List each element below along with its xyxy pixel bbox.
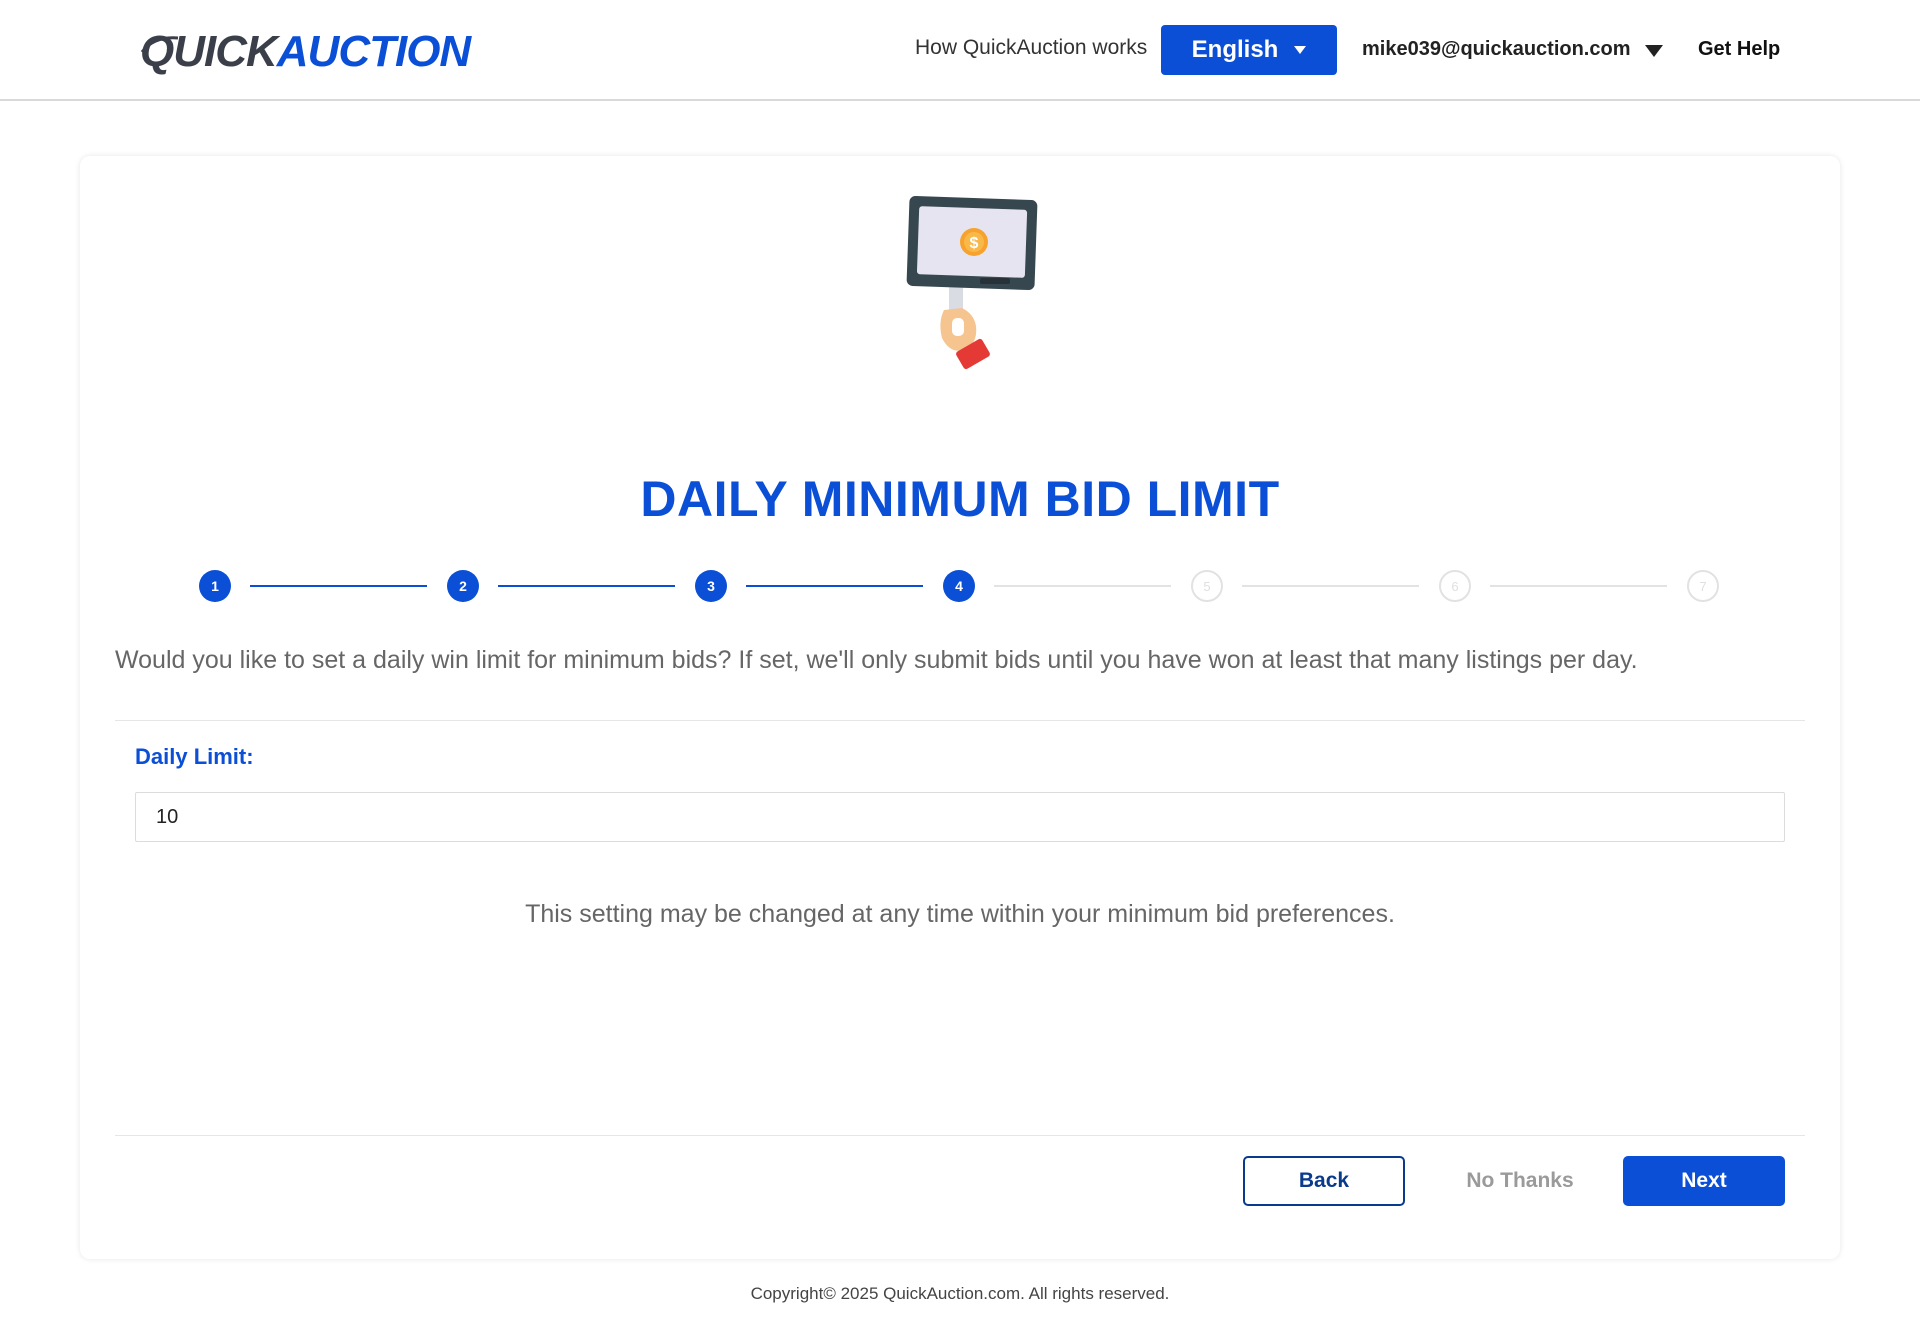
top-header: QUICK AUCTION How QuickAuction works Engl… [0, 0, 1920, 101]
step-2: 2 [447, 570, 479, 602]
no-thanks-button[interactable]: No Thanks [1420, 1156, 1620, 1206]
step-1: 1 [199, 570, 231, 602]
step-connector [1242, 585, 1419, 587]
logo-auction-text: AUCTION [276, 27, 471, 76]
wizard-card: $ DAILY MINIMUM BID LIMIT 1 2 3 4 5 6 7 … [80, 156, 1840, 1259]
step-connector [498, 585, 675, 587]
get-help-link[interactable]: Get Help [1698, 38, 1780, 61]
settings-note: This setting may be changed at any time … [525, 900, 1395, 928]
copyright-footer: Copyright© 2025 QuickAuction.com. All ri… [750, 1284, 1170, 1303]
bid-paddle-icon: $ [906, 195, 1038, 370]
step-connector [250, 585, 427, 587]
step-description: Would you like to set a daily win limit … [115, 646, 1638, 674]
step-6: 6 [1439, 570, 1471, 602]
section-divider [115, 720, 1805, 721]
user-email: mike039@quickauction.com [1362, 38, 1631, 60]
language-label: English [1191, 36, 1279, 63]
logo-swoosh-icon [140, 36, 179, 53]
progress-stepper: 1 2 3 4 5 6 7 [199, 570, 1721, 604]
step-connector [994, 585, 1171, 587]
step-3: 3 [695, 570, 727, 602]
step-7: 7 [1687, 570, 1719, 602]
caret-down-icon [1294, 46, 1307, 54]
footer-divider [115, 1135, 1805, 1136]
back-button[interactable]: Back [1243, 1156, 1405, 1206]
quickauction-logo[interactable]: QUICK AUCTION [140, 22, 471, 82]
next-button[interactable]: Next [1623, 1156, 1785, 1206]
step-4: 4 [943, 570, 975, 602]
daily-limit-label: Daily Limit: [135, 744, 254, 769]
step-5: 5 [1191, 570, 1223, 602]
step-connector [1490, 585, 1667, 587]
caret-down-icon [1644, 45, 1663, 57]
page-title: DAILY MINIMUM BID LIMIT [640, 471, 1280, 527]
step-connector [746, 585, 923, 587]
daily-limit-input[interactable] [135, 792, 1785, 842]
dollar-coin-icon: $ [970, 235, 979, 252]
how-it-works-link[interactable]: How QuickAuction works [915, 36, 1147, 60]
language-selector-button[interactable]: English [1161, 25, 1337, 75]
user-account-menu[interactable]: mike039@quickauction.com [1362, 38, 1663, 61]
